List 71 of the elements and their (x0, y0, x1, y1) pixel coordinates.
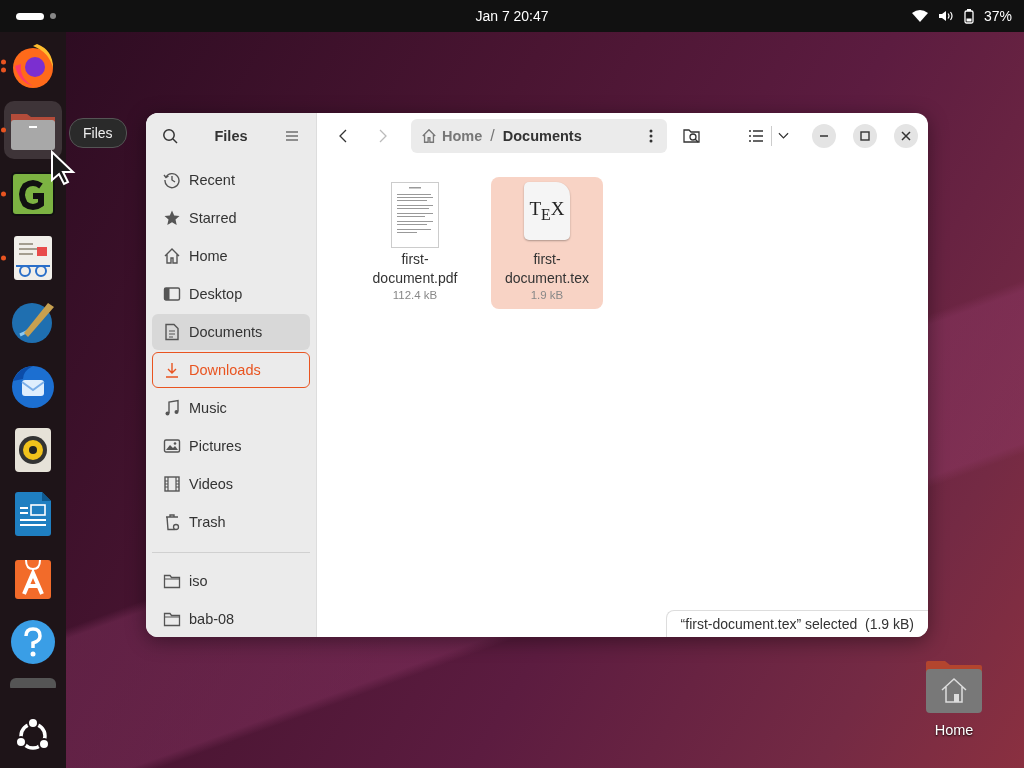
battery-icon[interactable] (963, 8, 974, 24)
sidebar-item[interactable]: Starred (152, 200, 310, 236)
window-title: Files (214, 127, 248, 144)
workspace-indicator[interactable] (16, 12, 44, 20)
document-reader-icon[interactable] (13, 235, 53, 281)
document-editor-icon[interactable] (14, 491, 52, 537)
path-segment[interactable]: Documents (502, 127, 582, 144)
trash-icon (163, 513, 181, 531)
document-icon (163, 323, 181, 341)
vertical-dots-icon (649, 128, 653, 143)
sidebar-item[interactable]: Home (152, 238, 310, 274)
folder-search-icon (683, 127, 701, 144)
file-item[interactable]: T$_{E}$X first-document.tex 1.9 kB (491, 177, 603, 309)
path-separator: / (490, 126, 495, 145)
home-icon (163, 247, 181, 265)
search-icon (162, 127, 178, 144)
folder-icon (163, 572, 181, 590)
close-icon (901, 130, 911, 141)
path-segment[interactable]: Home (421, 127, 483, 144)
sidebar-item[interactable]: Videos (152, 466, 310, 502)
minimize-icon (819, 134, 829, 137)
clock[interactable]: Jan 7 20:47 (475, 8, 549, 24)
chevron-right-icon (379, 128, 387, 143)
sidebar-item[interactable]: Music (152, 390, 310, 426)
folder-icon (163, 610, 181, 628)
maximize-button[interactable] (853, 123, 877, 148)
file-name: first-document.tex (504, 250, 590, 288)
running-indicator (1, 255, 6, 261)
sidebar-item[interactable]: Documents (152, 314, 310, 350)
music-note-icon (163, 399, 181, 417)
chevron-left-icon (339, 128, 347, 143)
app-icon[interactable] (10, 678, 56, 688)
help-icon[interactable] (10, 619, 56, 665)
minimize-button[interactable] (812, 123, 836, 148)
image-icon (163, 437, 181, 455)
tooltip: Files (69, 118, 127, 148)
battery-percentage[interactable]: 37% (983, 8, 1012, 24)
wifi-icon[interactable] (911, 10, 928, 22)
file-size: 1.9 kB (530, 289, 564, 301)
file-item[interactable]: first-document.pdf 112.4 kB (359, 177, 471, 309)
file-size: 112.4 kB (392, 289, 438, 301)
menu-icon (286, 130, 298, 141)
tex-file-icon: T$_{E}$X (524, 182, 570, 240)
download-icon (163, 361, 181, 379)
chevron-down-icon (778, 131, 789, 140)
sidebar-item[interactable]: Trash (152, 504, 310, 540)
home-folder-shortcut[interactable]: Home (922, 660, 986, 738)
spreadsheet-icon[interactable] (11, 172, 55, 216)
sidebar-item[interactable]: iso (152, 563, 310, 599)
running-indicator (1, 191, 6, 197)
sidebar-item[interactable]: Recent (152, 162, 310, 198)
home-folder-icon (925, 660, 983, 714)
pdf-thumbnail-icon (391, 182, 439, 248)
film-icon (163, 475, 181, 493)
desktop-icon (163, 285, 181, 303)
sidebar-item[interactable]: bab-08 (152, 601, 310, 637)
maximize-icon (860, 130, 870, 141)
star-icon (163, 209, 181, 227)
status-label: “first-document.tex” selected (1.9 kB) (665, 610, 928, 637)
sidebar-item[interactable]: Desktop (152, 276, 310, 312)
running-indicator (1, 127, 6, 133)
list-icon (749, 129, 763, 142)
home-icon (421, 127, 437, 144)
close-button[interactable] (894, 123, 918, 148)
file-name: first-document.pdf (372, 250, 458, 288)
dock-item[interactable] (4, 101, 62, 159)
desktop-item-label: Home (934, 722, 974, 738)
volume-icon[interactable] (937, 10, 954, 22)
clock-icon (163, 171, 181, 189)
speaker-icon[interactable] (14, 427, 52, 473)
sidebar-item[interactable]: Pictures (152, 428, 310, 464)
